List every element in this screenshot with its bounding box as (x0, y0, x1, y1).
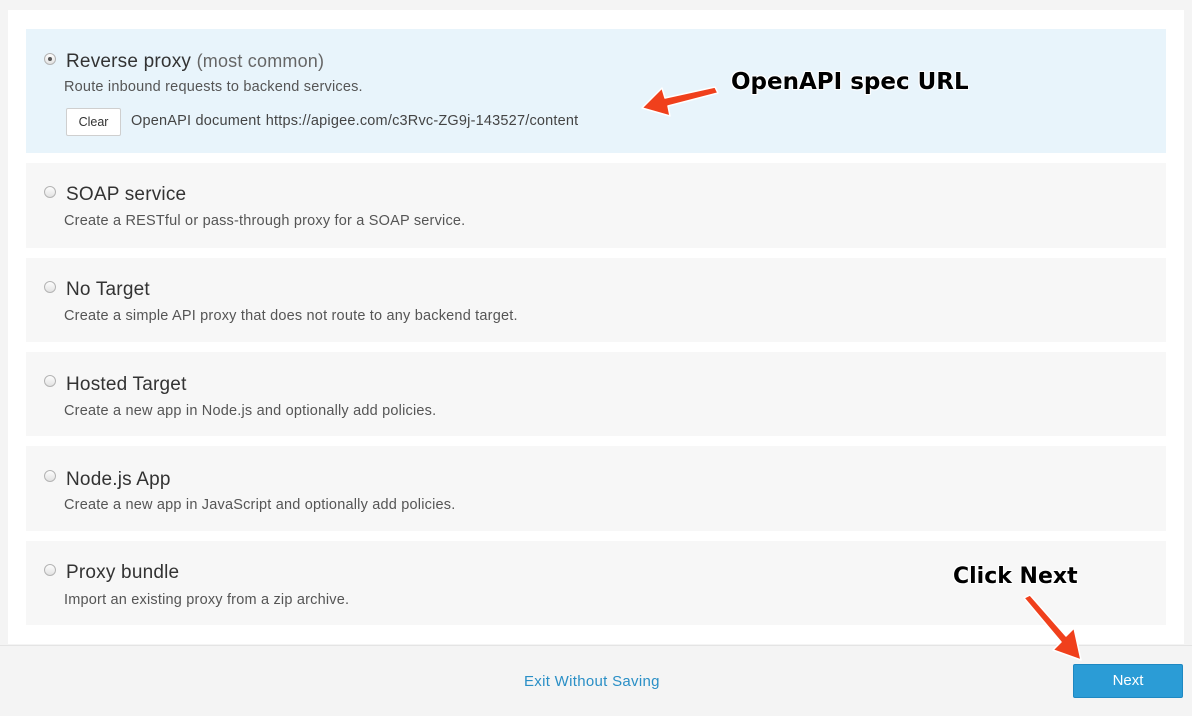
option-title-text: Reverse proxy (66, 51, 192, 72)
option-reverse-proxy[interactable]: Reverse proxy (most common) Route inboun… (26, 29, 1166, 153)
option-description: Import an existing proxy from a zip arch… (64, 592, 350, 608)
soap-service-radio[interactable] (44, 186, 56, 198)
option-title-suffix: (most common) (196, 51, 325, 71)
option-nodejs-app[interactable]: Node.js App Create a new app in JavaScri… (26, 446, 1166, 531)
option-title: SOAP service (66, 184, 187, 205)
option-description: Create a new app in Node.js and optional… (64, 403, 437, 419)
openapi-document-label: OpenAPI document (131, 113, 261, 129)
option-description: Route inbound requests to backend servic… (64, 79, 363, 95)
option-soap-service[interactable]: SOAP service Create a RESTful or pass-th… (26, 163, 1166, 248)
reverse-proxy-radio[interactable] (44, 53, 56, 65)
annotation-openapi-spec-url: OpenAPI spec URL (731, 69, 969, 95)
annotation-arrow-down-icon (1023, 594, 1082, 661)
option-title: Reverse proxy (most common) (66, 51, 324, 73)
clear-button[interactable]: Clear (66, 108, 121, 136)
annotation-arrow-left-icon (641, 86, 719, 117)
nodejs-app-radio[interactable] (44, 470, 56, 482)
option-description: Create a RESTful or pass-through proxy f… (64, 213, 466, 229)
option-title: Hosted Target (66, 374, 187, 395)
option-title: Node.js App (66, 469, 171, 490)
openapi-document-url: https://apigee.com/c3Rvc-ZG9j-143527/con… (265, 113, 579, 129)
exit-without-saving-link[interactable]: Exit Without Saving (524, 673, 660, 690)
hosted-target-radio[interactable] (44, 375, 56, 387)
option-description: Create a new app in JavaScript and optio… (64, 497, 456, 513)
openapi-document-line: OpenAPI document https://apigee.com/c3Rvc… (131, 113, 583, 129)
option-description: Create a simple API proxy that does not … (64, 308, 518, 324)
proxy-bundle-radio[interactable] (44, 564, 56, 576)
footer-divider (0, 645, 1192, 646)
next-button[interactable]: Next (1073, 664, 1183, 698)
no-target-radio[interactable] (44, 281, 56, 293)
option-hosted-target[interactable]: Hosted Target Create a new app in Node.j… (26, 352, 1166, 436)
option-title: Proxy bundle (66, 562, 180, 583)
option-no-target[interactable]: No Target Create a simple API proxy that… (26, 258, 1166, 342)
option-title: No Target (66, 279, 150, 300)
annotation-click-next: Click Next (953, 564, 1078, 589)
proxy-type-panel: Reverse proxy (most common) Route inboun… (8, 10, 1184, 644)
